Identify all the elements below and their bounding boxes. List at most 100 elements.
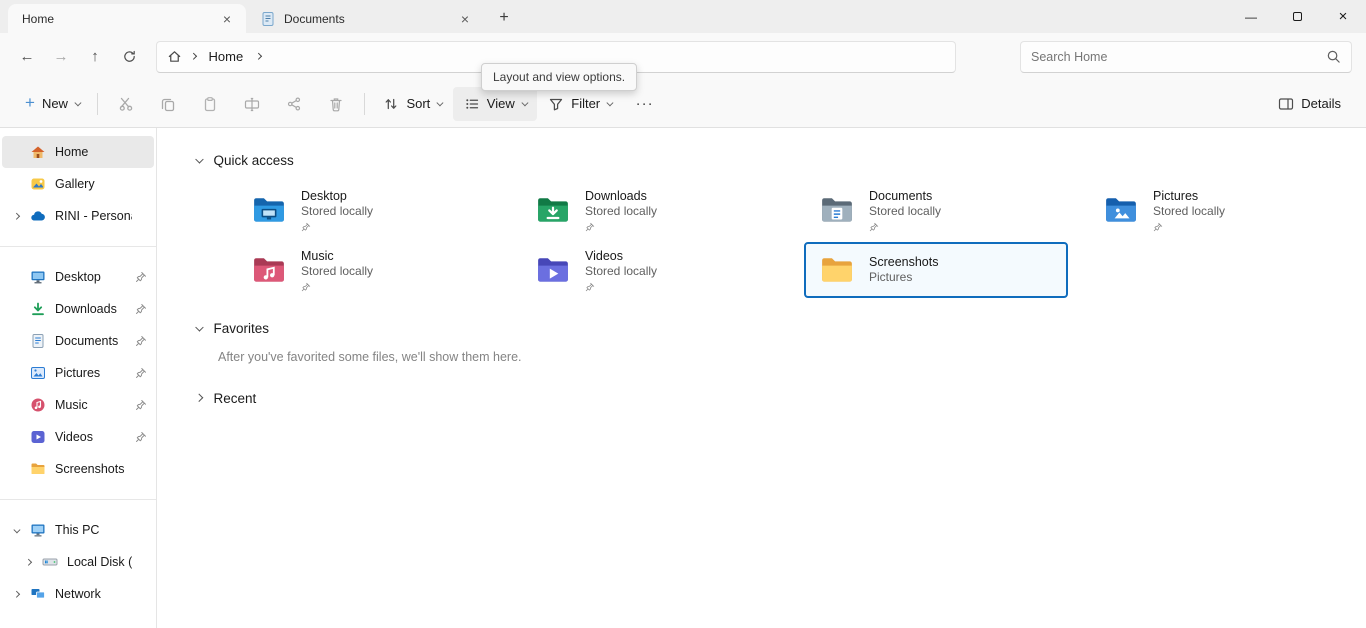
section-recent[interactable]: Recent xyxy=(196,388,1366,408)
details-button[interactable]: Details xyxy=(1267,87,1352,121)
sidebar-item-screenshots[interactable]: Screenshots xyxy=(2,453,154,485)
sidebar-item-label: Downloads xyxy=(55,302,132,316)
quick-access-grid: Desktop Stored locally Downloads Stored … xyxy=(236,182,1366,300)
cut-button[interactable] xyxy=(105,87,147,121)
tile-documents[interactable]: Documents Stored locally xyxy=(804,182,1068,238)
close-button[interactable]: × xyxy=(1320,0,1366,33)
delete-button[interactable] xyxy=(315,87,357,121)
pin-icon xyxy=(585,282,595,292)
tab-home[interactable]: Home × xyxy=(8,4,246,33)
tile-name: Desktop xyxy=(301,189,373,205)
pin-icon xyxy=(135,271,147,283)
videos-folder-icon xyxy=(536,255,570,285)
sidebar-item-local-disk-c[interactable]: Local Disk (C:) xyxy=(2,546,154,578)
pin-icon xyxy=(869,222,879,232)
sidebar-item-downloads[interactable]: Downloads xyxy=(2,293,154,325)
chevron-down-icon xyxy=(14,526,20,532)
breadcrumb-chevron-icon[interactable] xyxy=(255,53,261,59)
paste-icon xyxy=(202,96,218,112)
sidebar-item-label: Music xyxy=(55,398,132,412)
share-button[interactable] xyxy=(273,87,315,121)
pin-icon xyxy=(135,367,147,379)
more-options-button[interactable]: ··· xyxy=(623,87,667,121)
sidebar-item-label: Gallery xyxy=(55,177,132,191)
section-quick-access[interactable]: Quick access xyxy=(196,150,1366,170)
documents-folder-icon xyxy=(820,195,854,225)
tile-name: Screenshots xyxy=(869,255,938,271)
sidebar-item-home[interactable]: Home xyxy=(2,136,154,168)
tile-name: Documents xyxy=(869,189,941,205)
up-button[interactable]: ↑ xyxy=(78,41,112,73)
navigation-bar: ← → ↑ Home xyxy=(0,33,1366,80)
tile-subtitle: Stored locally xyxy=(869,204,941,219)
sort-icon xyxy=(383,96,399,112)
filter-button[interactable]: Filter xyxy=(537,87,622,121)
folder-icon xyxy=(820,255,854,285)
search-input[interactable] xyxy=(1031,50,1326,64)
refresh-button[interactable] xyxy=(112,41,146,73)
new-tab-button[interactable]: + xyxy=(490,4,518,32)
pin-icon xyxy=(135,335,147,347)
tile-name: Pictures xyxy=(1153,189,1225,205)
sidebar-item-label: Desktop xyxy=(55,270,132,284)
desktop-icon xyxy=(30,269,46,285)
tile-downloads[interactable]: Downloads Stored locally xyxy=(520,182,784,238)
tab-documents[interactable]: Documents × xyxy=(246,4,484,33)
sidebar-item-network[interactable]: Network xyxy=(2,578,154,610)
sidebar-item-pictures[interactable]: Pictures xyxy=(2,357,154,389)
maximize-icon xyxy=(1293,12,1302,21)
tile-videos[interactable]: Videos Stored locally xyxy=(520,242,784,298)
music-folder-icon xyxy=(252,255,286,285)
copy-button[interactable] xyxy=(147,87,189,121)
pin-icon xyxy=(301,282,311,292)
sidebar-item-label: Screenshots xyxy=(55,462,132,476)
paste-button[interactable] xyxy=(189,87,231,121)
section-favorites[interactable]: Favorites xyxy=(196,318,1366,338)
hard-disk-icon xyxy=(42,554,58,570)
tile-music[interactable]: Music Stored locally xyxy=(236,242,500,298)
pin-icon xyxy=(585,222,595,232)
sidebar-item-label: Documents xyxy=(55,334,132,348)
downloads-folder-icon xyxy=(536,195,570,225)
tile-desktop[interactable]: Desktop Stored locally xyxy=(236,182,500,238)
chevron-down-icon xyxy=(607,100,613,106)
pin-icon xyxy=(301,222,311,232)
music-icon xyxy=(30,397,46,413)
filter-button-label: Filter xyxy=(571,96,600,111)
toolbar-separator xyxy=(364,93,365,115)
sort-button[interactable]: Sort xyxy=(372,87,452,121)
navigation-pane: Home Gallery RINI - Personal Des xyxy=(0,128,157,628)
pin-icon xyxy=(135,399,147,411)
search-box[interactable] xyxy=(1020,41,1352,73)
new-button[interactable]: + New xyxy=(14,87,90,121)
sidebar-item-gallery[interactable]: Gallery xyxy=(2,168,154,200)
minimize-button[interactable]: — xyxy=(1228,0,1274,33)
sidebar-item-label: This PC xyxy=(55,523,132,537)
pin-icon xyxy=(135,431,147,443)
sort-button-label: Sort xyxy=(406,96,430,111)
search-icon[interactable] xyxy=(1326,49,1341,64)
sidebar-item-onedrive[interactable]: RINI - Personal xyxy=(2,200,154,232)
sidebar-item-documents[interactable]: Documents xyxy=(2,325,154,357)
back-button[interactable]: ← xyxy=(10,41,44,73)
view-button[interactable]: View xyxy=(453,87,537,121)
section-title: Quick access xyxy=(214,153,294,168)
tile-pictures[interactable]: Pictures Stored locally xyxy=(1088,182,1352,238)
forward-button[interactable]: → xyxy=(44,41,78,73)
pictures-icon xyxy=(30,365,46,381)
breadcrumb-home[interactable]: Home xyxy=(205,47,248,66)
section-title: Favorites xyxy=(214,321,270,336)
sidebar-item-this-pc[interactable]: This PC xyxy=(2,514,154,546)
sidebar-item-music[interactable]: Music xyxy=(2,389,154,421)
maximize-button[interactable] xyxy=(1274,0,1320,33)
filter-icon xyxy=(548,96,564,112)
tab-close-icon[interactable]: × xyxy=(454,8,476,30)
tab-close-icon[interactable]: × xyxy=(216,8,238,30)
sidebar-item-videos[interactable]: Videos xyxy=(2,421,154,453)
rename-button[interactable] xyxy=(231,87,273,121)
tile-subtitle: Pictures xyxy=(869,270,938,285)
tile-subtitle: Stored locally xyxy=(585,264,657,279)
tile-screenshots[interactable]: Screenshots Pictures xyxy=(804,242,1068,298)
rename-icon xyxy=(244,96,260,112)
sidebar-item-desktop[interactable]: Desktop xyxy=(2,261,154,293)
